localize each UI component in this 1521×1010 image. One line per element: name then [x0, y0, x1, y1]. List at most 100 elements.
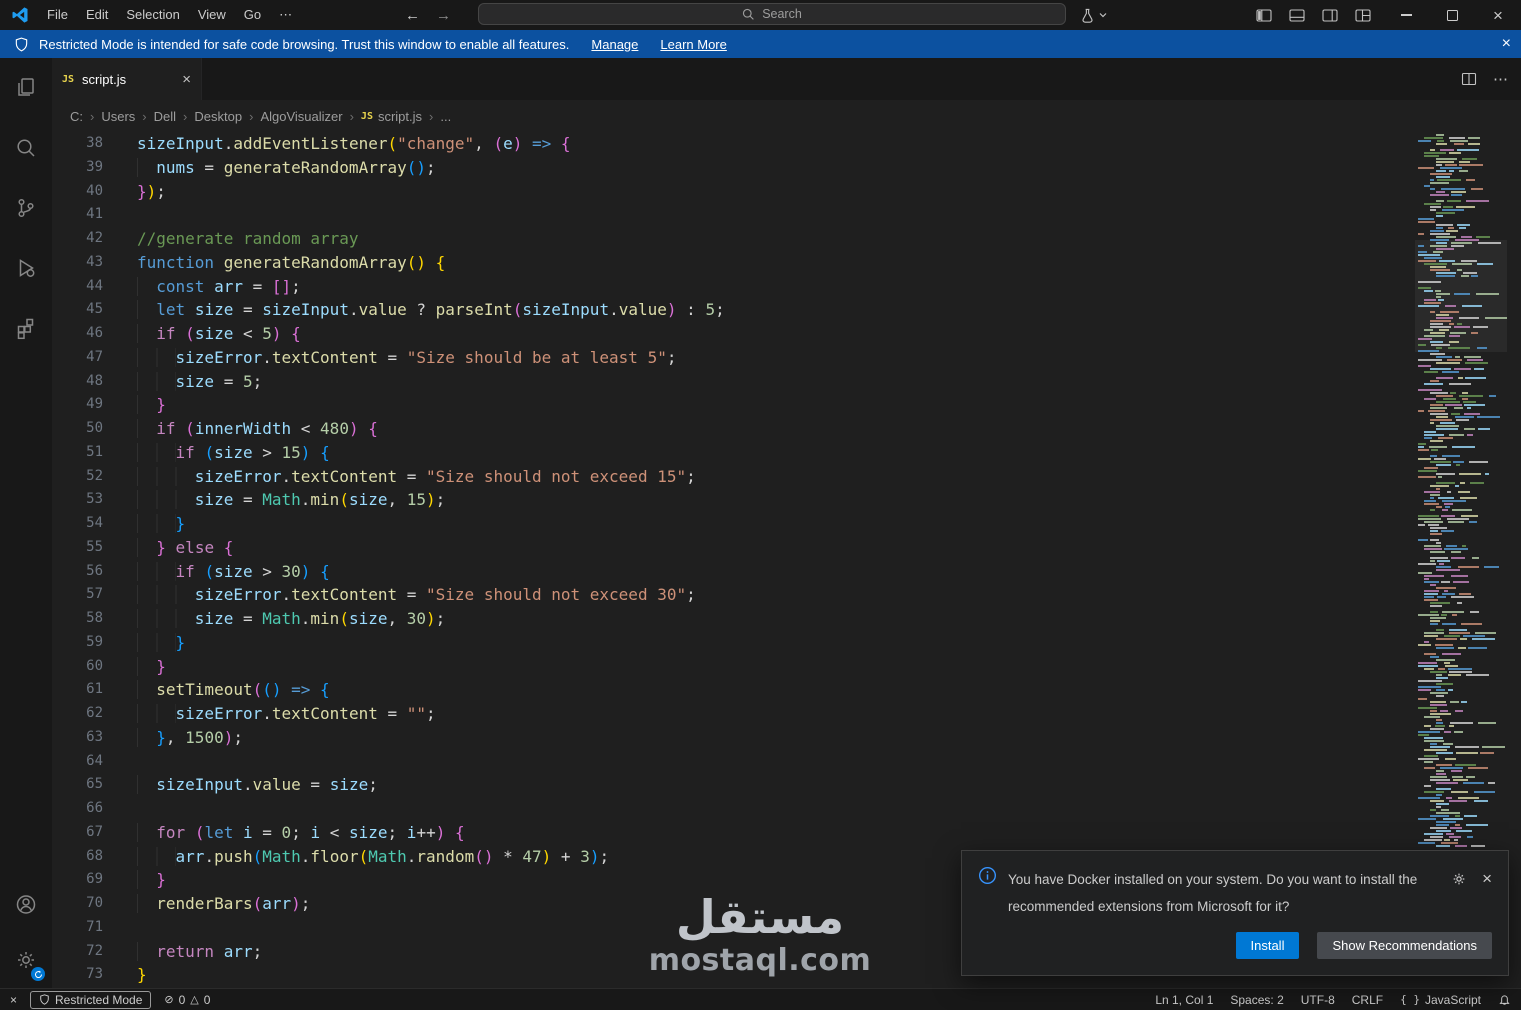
account-icon[interactable] [0, 876, 52, 932]
code-line[interactable]: 49 } [52, 393, 1415, 417]
line-number: 45 [86, 301, 103, 318]
line-number: 48 [86, 372, 103, 389]
menu-view[interactable]: View [189, 4, 235, 26]
code-line[interactable]: 45 let size = sizeInput.value ? parseInt… [52, 298, 1415, 322]
code-line[interactable]: 41 [52, 203, 1415, 227]
encoding-status[interactable]: UTF-8 [1301, 993, 1335, 1007]
code-line[interactable]: 38 sizeInput.addEventListener("change", (… [52, 132, 1415, 156]
code-line[interactable]: 50 if (innerWidth < 480) { [52, 417, 1415, 441]
breadcrumb-label: script.js [377, 108, 423, 124]
code-line[interactable]: 61 setTimeout(() => { [52, 678, 1415, 702]
code-line[interactable]: 59 } [52, 631, 1415, 655]
line-number: 60 [86, 657, 103, 674]
customize-layout-icon[interactable] [1355, 8, 1371, 22]
breadcrumb-item[interactable]: Dell [154, 109, 176, 124]
breadcrumb-item[interactable]: AlgoVisualizer [260, 109, 342, 124]
code-line[interactable]: 58 size = Math.min(size, 30); [52, 607, 1415, 631]
line-number: 69 [86, 871, 103, 888]
breadcrumb-label: Users [101, 108, 136, 124]
code-line[interactable]: 52 sizeError.textContent = "Size should … [52, 465, 1415, 489]
eol-status[interactable]: CRLF [1352, 993, 1383, 1007]
more-actions-icon[interactable]: ⋯ [1493, 70, 1509, 88]
forward-button[interactable]: → [436, 7, 451, 24]
indentation-status[interactable]: Spaces: 2 [1230, 993, 1283, 1007]
breadcrumb-item[interactable]: C: [70, 109, 83, 124]
activity-bar-bottom [0, 876, 52, 988]
code-line[interactable]: 67 for (let i = 0; i < size; i++) { [52, 821, 1415, 845]
warning-icon: △ [190, 994, 199, 1006]
code-line[interactable]: 53 size = Math.min(size, 15); [52, 488, 1415, 512]
cursor-position[interactable]: Ln 1, Col 1 [1155, 993, 1213, 1007]
toggle-secondary-sidebar-icon[interactable] [1322, 8, 1338, 22]
menu-file[interactable]: File [38, 4, 77, 26]
settings-gear-icon[interactable] [0, 932, 52, 988]
code-line[interactable]: 47 sizeError.textContent = "Size should … [52, 346, 1415, 370]
source-control-icon[interactable] [0, 178, 52, 238]
show-recommendations-button[interactable]: Show Recommendations [1317, 932, 1492, 959]
problems-status[interactable]: ⊘ 0 △ 0 [164, 993, 210, 1007]
code-line[interactable]: 62 sizeError.textContent = ""; [52, 702, 1415, 726]
code-line[interactable]: 54 } [52, 512, 1415, 536]
search-sidebar-icon[interactable] [0, 118, 52, 178]
menu-edit[interactable]: Edit [77, 4, 117, 26]
back-button[interactable]: ← [405, 7, 420, 24]
tab-close-icon[interactable]: × [182, 71, 191, 88]
code-line[interactable]: 48 size = 5; [52, 370, 1415, 394]
split-editor-icon[interactable] [1461, 71, 1477, 87]
line-number: 49 [86, 396, 103, 413]
manage-link[interactable]: Manage [591, 37, 638, 52]
breadcrumb-item[interactable]: ... [440, 109, 451, 124]
chevron-down-icon[interactable] [1098, 10, 1108, 20]
breadcrumb-item[interactable]: JS script.js [361, 109, 422, 124]
install-button[interactable]: Install [1235, 932, 1300, 959]
code-line[interactable]: 46 if (size < 5) { [52, 322, 1415, 346]
code-line[interactable]: 42//generate random array [52, 227, 1415, 251]
code-line[interactable]: 66 [52, 797, 1415, 821]
beaker-icon[interactable] [1080, 8, 1095, 23]
sync-badge [31, 967, 45, 981]
code-line[interactable]: 57 sizeError.textContent = "Size should … [52, 583, 1415, 607]
code-line[interactable]: 43 function generateRandomArray() { [52, 251, 1415, 275]
line-number: 63 [86, 728, 103, 745]
code-line[interactable]: 40}); [52, 180, 1415, 204]
chevron-right-icon: › [429, 108, 434, 124]
notification-close-icon[interactable]: × [1482, 870, 1492, 887]
run-debug-icon[interactable] [0, 238, 52, 298]
scrollbar[interactable] [1507, 132, 1521, 988]
breadcrumb-item[interactable]: Users [101, 109, 135, 124]
code-line[interactable]: 55 } else { [52, 536, 1415, 560]
learn-more-link[interactable]: Learn More [660, 37, 726, 52]
code-line[interactable]: 63 }, 1500); [52, 726, 1415, 750]
code-line[interactable]: 39 nums = generateRandomArray(); [52, 156, 1415, 180]
code-line[interactable]: 56 if (size > 30) { [52, 560, 1415, 584]
toggle-sidebar-icon[interactable] [1256, 8, 1272, 22]
extensions-icon[interactable] [0, 298, 52, 358]
line-number: 39 [86, 158, 103, 175]
code-line[interactable]: 60 } [52, 655, 1415, 679]
bell-icon[interactable] [1498, 993, 1511, 1006]
minimize-button[interactable] [1383, 0, 1429, 30]
code-line[interactable]: 51 if (size > 15) { [52, 441, 1415, 465]
shield-icon [15, 37, 28, 52]
explorer-icon[interactable] [0, 58, 52, 118]
restricted-mode-status[interactable]: Restricted Mode [30, 990, 152, 1009]
breadcrumb-item[interactable]: Desktop [194, 109, 242, 124]
notification-settings-gear-icon[interactable] [1451, 871, 1467, 887]
line-number: 52 [86, 467, 103, 484]
menu-selection[interactable]: Selection [117, 4, 188, 26]
language-mode[interactable]: { } JavaScript [1400, 993, 1481, 1007]
code-line[interactable]: 65 sizeInput.value = size; [52, 773, 1415, 797]
search-box[interactable]: Search [478, 3, 1066, 25]
menu-more[interactable]: ⋯ [270, 4, 301, 26]
menu-go[interactable]: Go [235, 4, 270, 26]
tab-script-js[interactable]: JS script.js × [52, 58, 202, 100]
window-controls: × [1383, 0, 1521, 30]
code-line[interactable]: 44 const arr = []; [52, 275, 1415, 299]
code-line[interactable]: 64 [52, 750, 1415, 774]
toggle-panel-icon[interactable] [1289, 8, 1305, 22]
layout-controls [1256, 0, 1371, 30]
banner-close-icon[interactable]: × [1502, 35, 1511, 53]
remote-indicator[interactable]: × [10, 993, 17, 1007]
maximize-button[interactable] [1429, 0, 1475, 30]
close-window-button[interactable]: × [1475, 0, 1521, 30]
